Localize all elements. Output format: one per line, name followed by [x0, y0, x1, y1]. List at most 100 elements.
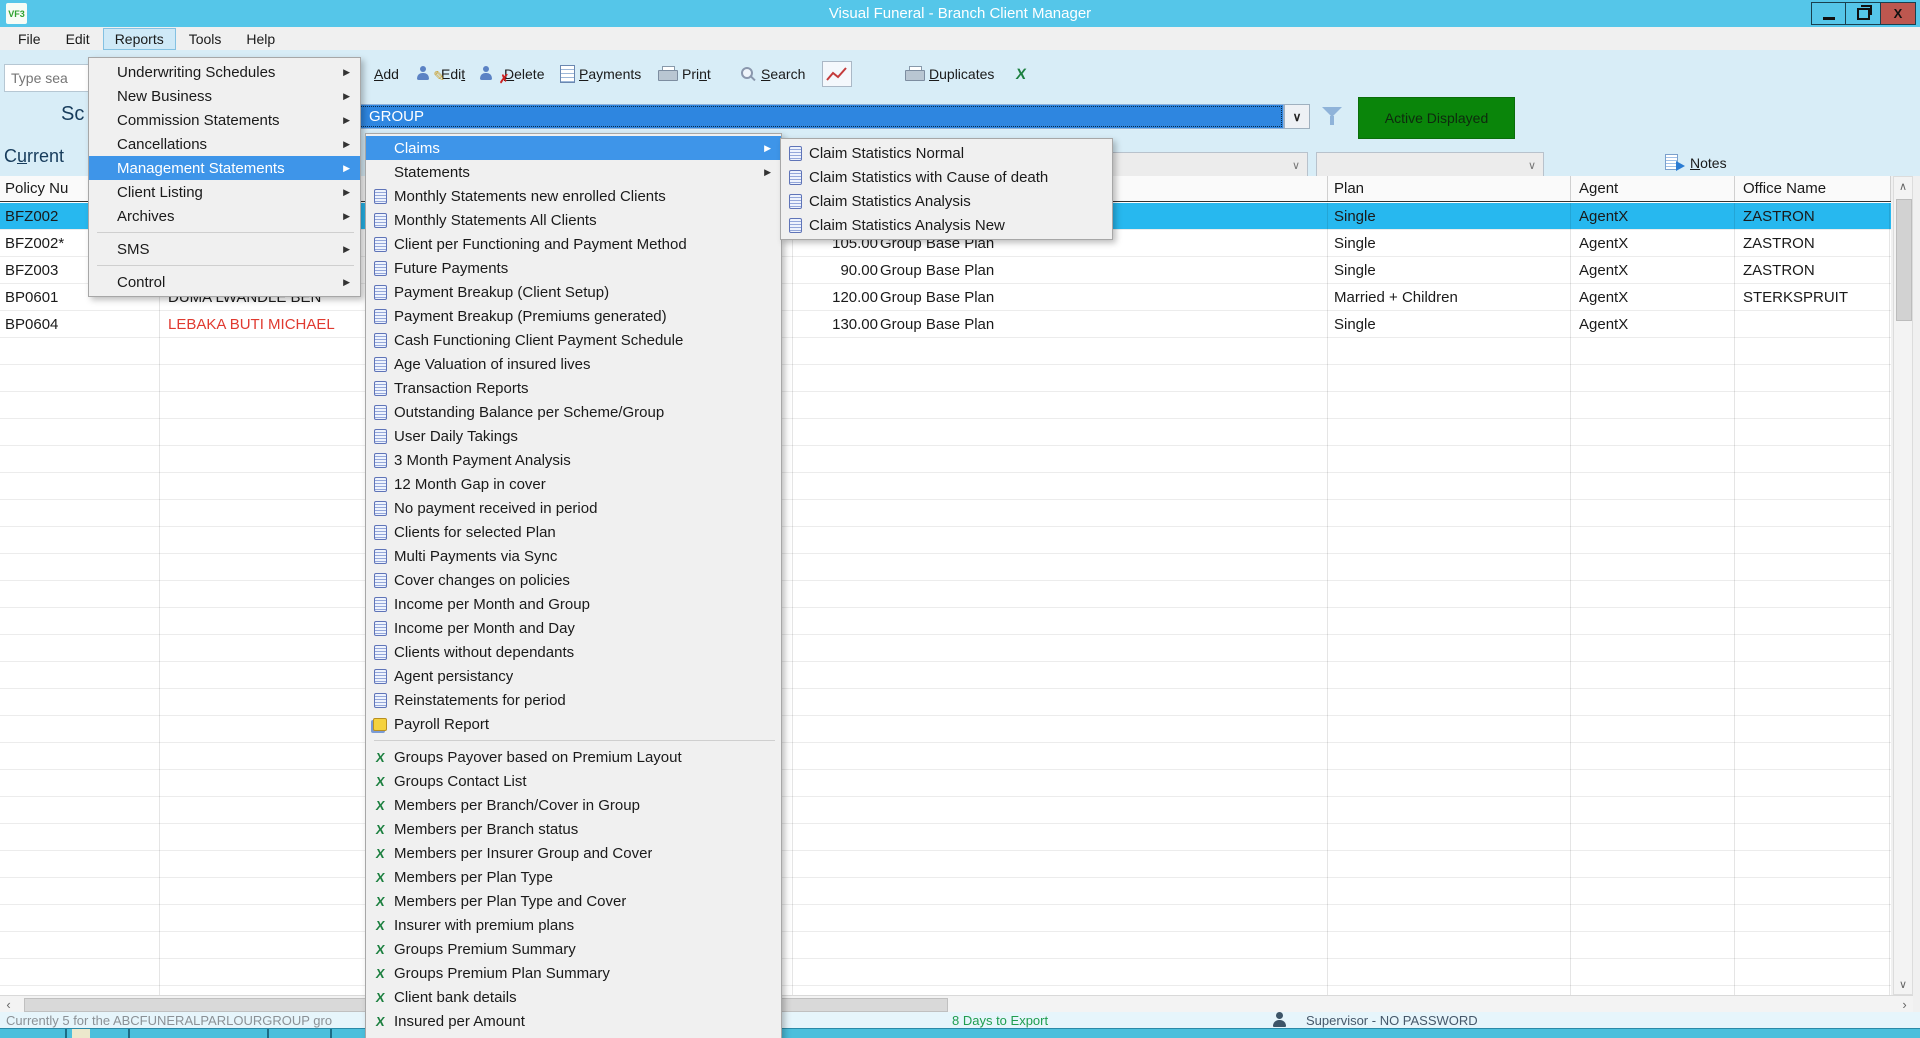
notes-button[interactable]: Notes	[1664, 154, 1727, 171]
menu-item[interactable]: Reinstatements for period ▶	[366, 688, 781, 712]
menu-item[interactable]: Multi Payments via Sync ▶	[366, 544, 781, 568]
menu-item[interactable]: Age Valuation of insured lives ▶	[366, 352, 781, 376]
submenu-arrow-icon: ▶	[343, 277, 358, 288]
column-header-office[interactable]: Office Name	[1735, 176, 1891, 201]
menu-item-icon	[370, 500, 390, 516]
menu-item[interactable]: Management Statements ▶	[89, 156, 360, 180]
strip-divider	[330, 1029, 332, 1038]
menu-item[interactable]: Claim Statistics with Cause of death ▶	[781, 165, 1112, 189]
menu-item-label: Cover changes on policies	[394, 572, 570, 589]
vertical-scrollbar[interactable]: ∧ ∨	[1893, 176, 1913, 995]
scroll-left-icon[interactable]: ‹	[0, 996, 17, 1012]
menu-item[interactable]: User Daily Takings ▶	[366, 424, 781, 448]
menu-item[interactable]: Insured per Amount ▶	[366, 1009, 781, 1033]
menu-item[interactable]: Clients without dependants ▶	[366, 640, 781, 664]
menu-item[interactable]: Cover changes on policies ▶	[366, 568, 781, 592]
menu-item[interactable]: Groups Premium Plan Summary ▶	[366, 961, 781, 985]
menu-item[interactable]: Groups Payover based on Premium Layout ▶	[366, 745, 781, 769]
menu-item[interactable]: Members per Plan Type and Cover ▶	[366, 889, 781, 913]
active-displayed-button[interactable]: Active Displayed	[1358, 97, 1515, 139]
menu-item[interactable]: Future Payments ▶	[366, 256, 781, 280]
scroll-down-icon[interactable]: ∨	[1894, 975, 1912, 994]
payments-button[interactable]: Payments	[560, 58, 641, 90]
menu-item[interactable]: Statements ▶	[366, 160, 781, 184]
menu-item[interactable]: 3 Month Payment Analysis ▶	[366, 448, 781, 472]
menu-item[interactable]: Groups Contact List ▶	[366, 769, 781, 793]
delete-button[interactable]: ✗ Delete	[480, 58, 544, 90]
filter-funnel-icon[interactable]	[1322, 106, 1344, 128]
cell-agent: AgentX	[1571, 230, 1735, 256]
menu-item[interactable]: Clients for selected Plan ▶	[366, 520, 781, 544]
filter-combobox-2[interactable]: ∨	[1316, 152, 1544, 179]
menu-item[interactable]: Members per Plan Type ▶	[366, 865, 781, 889]
menu-item[interactable]: Control ▶	[89, 270, 360, 294]
menu-item[interactable]: Groups Premium Summary ▶	[366, 937, 781, 961]
menu-item[interactable]: Claim Statistics Analysis ▶	[781, 189, 1112, 213]
column-header-agent[interactable]: Agent	[1571, 176, 1735, 201]
grid-column-divider	[1734, 203, 1735, 995]
menu-item[interactable]: Client per Functioning and Payment Metho…	[366, 232, 781, 256]
print-button[interactable]: Print	[658, 58, 711, 90]
menubar-item[interactable]: File	[6, 28, 53, 50]
horizontal-scrollbar[interactable]: ‹ ›	[0, 995, 1913, 1012]
menu-item[interactable]: New Business ▶	[89, 84, 360, 108]
menu-item[interactable]: Insurer with premium plans ▶	[366, 913, 781, 937]
menu-item[interactable]: Client bank details ▶	[366, 985, 781, 1009]
menubar-item[interactable]: Help	[234, 28, 287, 50]
menu-item[interactable]: No payment received in period ▶	[366, 496, 781, 520]
menu-item[interactable]: Members per Insurer Group and Cover ▶	[366, 841, 781, 865]
duplicates-button[interactable]: Duplicates	[905, 58, 994, 90]
vertical-scroll-thumb[interactable]	[1896, 199, 1912, 321]
menu-item[interactable]: Archives ▶	[89, 204, 360, 228]
menu-item[interactable]: Members per Branch status ▶	[366, 817, 781, 841]
menu-item[interactable]: Monthly Statements All Clients ▶	[366, 208, 781, 232]
menu-item[interactable]: Payment Breakup (Premiums generated) ▶	[366, 304, 781, 328]
filter-combobox-1[interactable]: ∨	[1106, 152, 1308, 179]
menu-item[interactable]: Cancellations ▶	[89, 132, 360, 156]
menu-item[interactable]: Agent persistancy ▶	[366, 664, 781, 688]
grid-column-divider	[159, 203, 160, 995]
menu-item[interactable]: SMS ▶	[89, 237, 360, 261]
menu-item[interactable]: Transaction Reports ▶	[366, 376, 781, 400]
minimize-button[interactable]	[1811, 2, 1846, 25]
add-button[interactable]: Add	[374, 58, 399, 90]
menu-item[interactable]: Monthly Statements new enrolled Clients …	[366, 184, 781, 208]
menu-item[interactable]: Client Listing ▶	[89, 180, 360, 204]
menu-item[interactable]: Cash Functioning Client Payment Schedule…	[366, 328, 781, 352]
menu-item[interactable]: Claims ▶	[366, 136, 781, 160]
menu-item[interactable]: Claim Statistics Normal ▶	[781, 141, 1112, 165]
menu-item[interactable]: Income per Month and Day ▶	[366, 616, 781, 640]
cell-plan: Single	[1328, 230, 1571, 256]
menu-item[interactable]: Members per Branch/Cover in Group ▶	[366, 793, 781, 817]
menu-item[interactable]: Payment Breakup (Client Setup) ▶	[366, 280, 781, 304]
excel-export-button[interactable]: X	[1016, 58, 1026, 90]
column-header-plan[interactable]: Plan	[1328, 176, 1571, 201]
menu-item-icon	[370, 773, 390, 789]
menu-item[interactable]: 12 Month Gap in cover ▶	[366, 472, 781, 496]
menubar-item[interactable]: Reports	[103, 28, 176, 50]
menu-item[interactable]: Claim Statistics Analysis New ▶	[781, 213, 1112, 237]
menu-item[interactable]: ▶	[89, 228, 360, 237]
menu-item[interactable]: Commission Statements ▶	[89, 108, 360, 132]
menu-item[interactable]: Outstanding Balance per Scheme/Group ▶	[366, 400, 781, 424]
cell-office-name: ZASTRON	[1735, 230, 1891, 256]
menu-item[interactable]: Income per Month and Group ▶	[366, 592, 781, 616]
menu-item[interactable]: ▶	[89, 261, 360, 270]
menu-item[interactable]: Stop order Clients ▶	[366, 1033, 781, 1038]
menu-item[interactable]: ▶	[366, 736, 781, 745]
scroll-up-icon[interactable]: ∧	[1894, 177, 1912, 196]
chart-button[interactable]	[822, 58, 852, 90]
menubar-item[interactable]: Tools	[177, 28, 234, 50]
menu-item-label: Claim Statistics Normal	[809, 145, 964, 162]
group-combobox-arrow[interactable]: ∨	[1284, 104, 1310, 129]
menubar-item[interactable]: Edit	[54, 28, 102, 50]
close-button[interactable]: X	[1881, 2, 1916, 25]
menu-item[interactable]: Underwriting Schedules ▶	[89, 60, 360, 84]
table-row[interactable]: BP0604 LEBAKA BUTI MICHAEL 130.00 Group …	[0, 311, 1891, 338]
menu-item[interactable]: Payroll Report ▶	[366, 712, 781, 736]
edit-button[interactable]: ✎ Edit	[417, 58, 465, 90]
restore-button[interactable]	[1846, 2, 1881, 25]
search-button[interactable]: Search	[740, 58, 805, 90]
scroll-right-icon[interactable]: ›	[1896, 996, 1913, 1012]
menu-item-icon	[370, 524, 390, 540]
